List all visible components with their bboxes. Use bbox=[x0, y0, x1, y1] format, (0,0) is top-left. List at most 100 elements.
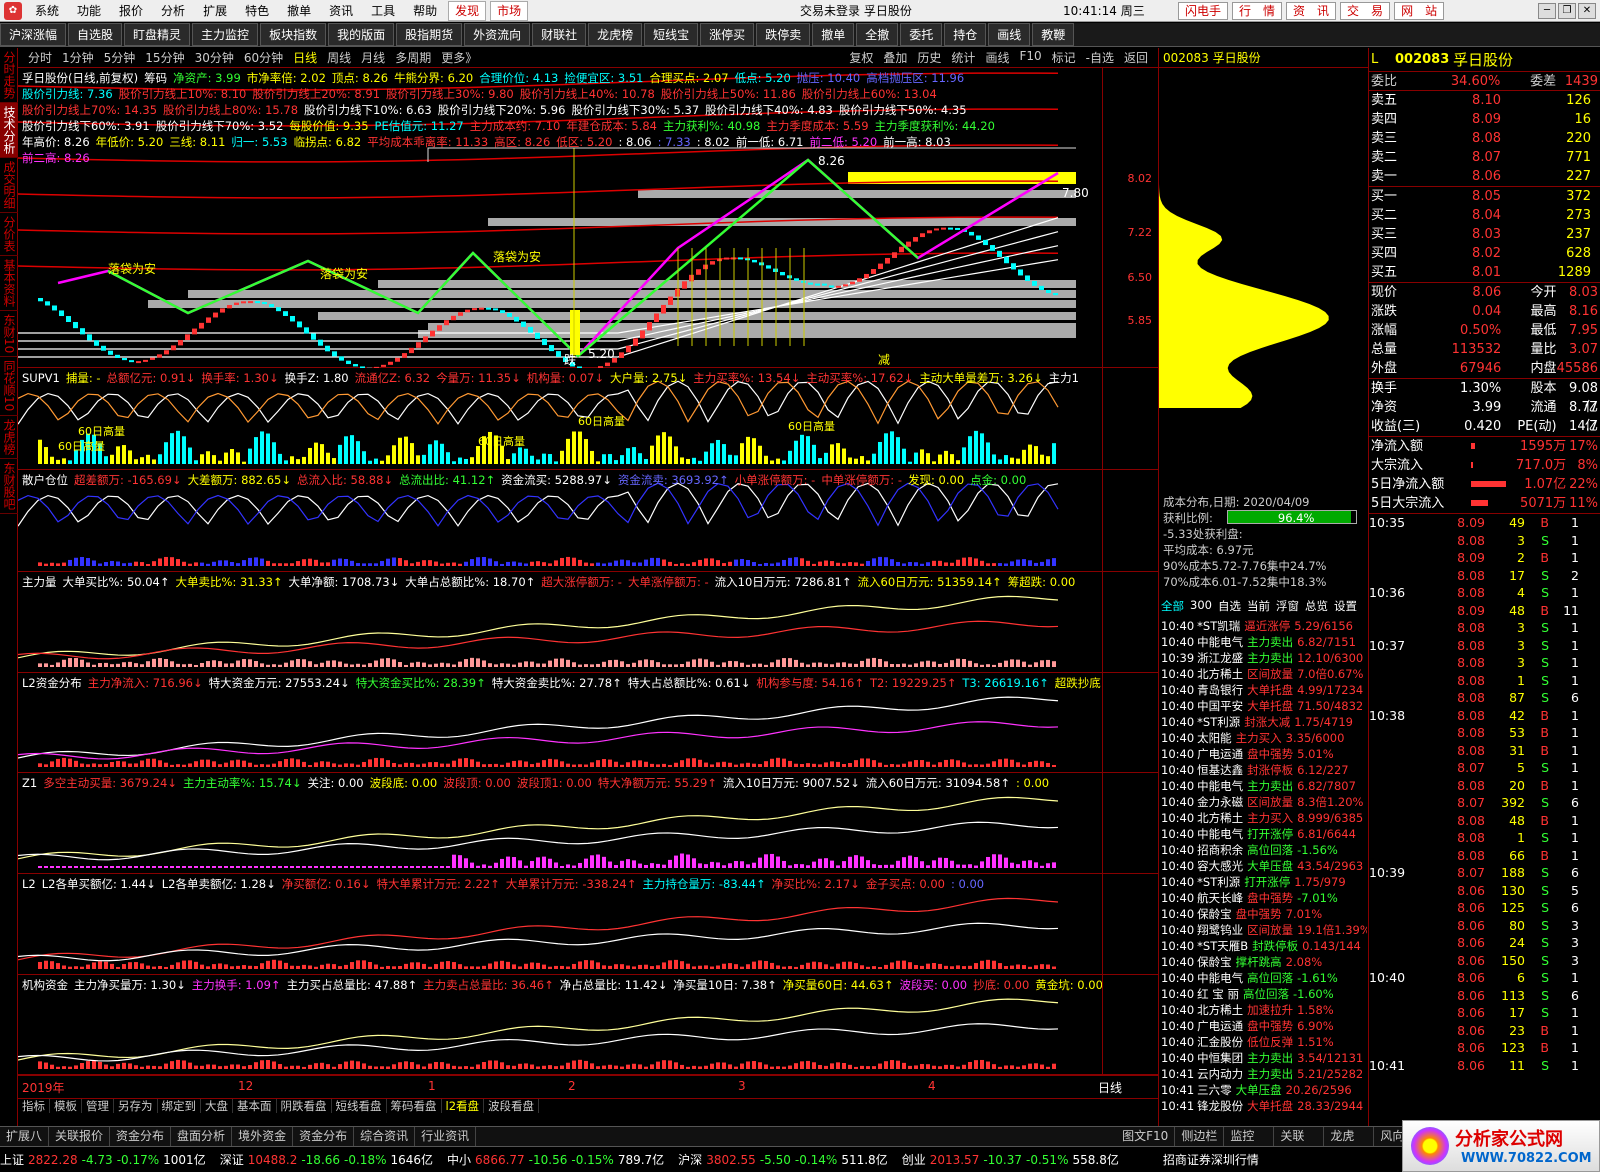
bottom-tab[interactable]: 筹码看盘 bbox=[387, 1099, 442, 1113]
period-tab[interactable]: 月线 bbox=[356, 49, 390, 66]
news-row[interactable]: 10:40 汇金股份 低位反弹 1.51% bbox=[1161, 1034, 1367, 1050]
bottom-tab[interactable]: 绑定到 bbox=[158, 1099, 201, 1113]
news-row[interactable]: 10:40 太阳能 主力买入 3.35/6000 bbox=[1161, 730, 1367, 746]
menu-item[interactable]: 分析 bbox=[152, 0, 194, 22]
toolbar-button[interactable]: 外资流向 bbox=[464, 23, 531, 46]
left-tab[interactable]: 东财股吧 bbox=[0, 459, 19, 514]
extension-tab[interactable]: 行业资讯 bbox=[415, 1127, 477, 1146]
news-row[interactable]: 10:40 红 宝 丽高位回落 -1.60% bbox=[1161, 986, 1367, 1002]
chart-tool-button[interactable]: 统计 bbox=[946, 49, 980, 66]
news-row[interactable]: 10:40 广电运通 盘中强势 5.01% bbox=[1161, 746, 1367, 762]
indicator-pane[interactable]: 主力量 大单买比%: 50.04↑ 大单卖比%: 31.33↑ 大单净额: 1708.… bbox=[18, 572, 1158, 673]
news-row[interactable]: 10:40 保龄宝 撑杆跳高 2.08% bbox=[1161, 954, 1367, 970]
order-row[interactable]: 买五 8.01 1289 bbox=[1369, 263, 1600, 282]
chart-tool-button[interactable]: 复权 bbox=[844, 49, 878, 66]
left-tab[interactable]: 东财10 bbox=[0, 311, 19, 358]
side-toggle[interactable]: 侧边栏 bbox=[1175, 1127, 1225, 1146]
period-tab[interactable]: 15分钟 bbox=[140, 49, 189, 66]
news-row[interactable]: 10:40 中能电气 高位回落 -1.61% bbox=[1161, 970, 1367, 986]
news-row[interactable]: 10:40 保龄宝 盘中强势 7.01% bbox=[1161, 906, 1367, 922]
order-row[interactable]: 买二 8.04 273 bbox=[1369, 206, 1600, 225]
news-row[interactable]: 10:39 浙江龙盛 主力卖出 12.10/6300 bbox=[1161, 650, 1367, 666]
news-row[interactable]: 10:40 中能电气 主力卖出 6.82/7151 bbox=[1161, 634, 1367, 650]
news-row[interactable]: 10:40 中恒集团 主力卖出 3.54/12131 bbox=[1161, 1050, 1367, 1066]
chart-tool-button[interactable]: 叠加 bbox=[878, 49, 912, 66]
menu-right-button[interactable]: 交 易 bbox=[1340, 1, 1391, 20]
toolbar-button[interactable]: 涨停买 bbox=[700, 23, 755, 46]
bottom-tab[interactable]: 阴跌看盘 bbox=[277, 1099, 332, 1113]
bottom-tab[interactable]: 基本面 bbox=[233, 1099, 277, 1113]
menu-hot-item[interactable]: 市场 bbox=[490, 0, 529, 21]
period-tab[interactable]: 多周期 bbox=[390, 49, 436, 66]
left-tab[interactable]: 同花顺10 bbox=[0, 357, 19, 416]
news-tab[interactable]: 当前 bbox=[1247, 598, 1270, 614]
bottom-tab[interactable]: 模板 bbox=[50, 1099, 82, 1113]
left-tab[interactable]: 技术分析 bbox=[0, 103, 19, 158]
news-row[interactable]: 10:40 *ST利源 打开涨停 1.75/979 bbox=[1161, 874, 1367, 890]
menu-item[interactable]: 工具 bbox=[362, 0, 404, 22]
toolbar-button[interactable]: 盯盘精灵 bbox=[124, 23, 191, 46]
toolbar-button[interactable]: 持仓 bbox=[944, 23, 987, 46]
right-tab[interactable]: 龙虎 bbox=[1324, 1127, 1375, 1146]
menu-hot-item[interactable]: 发现 bbox=[448, 0, 487, 21]
index-quote[interactable]: 沪深 3802.55 -5.50 -0.14% 511.8亿 bbox=[678, 1151, 892, 1168]
toolbar-button[interactable]: 撤单 bbox=[812, 23, 855, 46]
right-tab[interactable]: 关联 bbox=[1274, 1127, 1325, 1146]
indicator-pane[interactable]: Z1 多空主动买量: 3679.24↓ 主力主动率%: 15.74↓ 关注: 0.00… bbox=[18, 773, 1158, 874]
indicator-pane[interactable]: SUPV1 捕量: - 总额亿元: 0.91↓ 换手率: 1.30↓ 换手Z: 1.80… bbox=[18, 368, 1158, 470]
menu-item[interactable]: 功能 bbox=[68, 0, 110, 22]
left-tab[interactable]: 龙虎榜 bbox=[0, 416, 19, 459]
news-tab[interactable]: 全部 bbox=[1161, 598, 1184, 614]
bottom-tab[interactable]: 短线看盘 bbox=[332, 1099, 387, 1113]
toolbar-button[interactable]: 我的版面 bbox=[328, 23, 395, 46]
period-tab[interactable]: 30分钟 bbox=[190, 49, 239, 66]
menu-right-button[interactable]: 行 情 bbox=[1232, 1, 1283, 20]
extension-tab[interactable]: 扩展八 bbox=[0, 1127, 50, 1146]
news-row[interactable]: 10:40 翔鹭钨业 区间放量 19.1倍1.39% bbox=[1161, 922, 1367, 938]
news-tab[interactable]: 设置 bbox=[1334, 598, 1357, 614]
news-tab[interactable]: 总览 bbox=[1305, 598, 1328, 614]
news-row[interactable]: 10:40 北方稀土 加速拉升 1.58% bbox=[1161, 1002, 1367, 1018]
bottom-tab[interactable]: 波段看盘 bbox=[484, 1099, 540, 1113]
order-row[interactable]: 买四 8.02 628 bbox=[1369, 244, 1600, 263]
news-row[interactable]: 10:40 北方稀土 区间放量 7.0倍0.67% bbox=[1161, 666, 1367, 682]
news-row[interactable]: 10:40 中国平安 大单托盘 71.50/4832 bbox=[1161, 698, 1367, 714]
index-quote[interactable]: 中小 6866.77 -10.56 -0.15% 789.7亿 bbox=[447, 1151, 668, 1168]
news-row[interactable]: 10:41 三六零 大单压盘 20.26/2596 bbox=[1161, 1082, 1367, 1098]
close-icon[interactable]: ✕ bbox=[1578, 2, 1596, 19]
toolbar-button[interactable]: 全撤 bbox=[856, 23, 899, 46]
restore-icon[interactable]: ❐ bbox=[1558, 2, 1576, 19]
order-row[interactable]: 卖四 8.09 16 bbox=[1369, 110, 1600, 129]
order-row[interactable]: 买三 8.03 237 bbox=[1369, 225, 1600, 244]
toolbar-button[interactable]: 财联社 bbox=[532, 23, 587, 46]
order-row[interactable]: 卖三 8.08 220 bbox=[1369, 129, 1600, 148]
chart-tool-button[interactable]: 标记 bbox=[1047, 49, 1081, 66]
toolbar-button[interactable]: 画线 bbox=[988, 23, 1031, 46]
left-tab[interactable]: 成交明细 bbox=[0, 158, 19, 213]
bottom-tab[interactable]: 指标 bbox=[18, 1099, 50, 1113]
toolbar-button[interactable]: 短线宝 bbox=[644, 23, 699, 46]
left-tab[interactable]: 分价表 bbox=[0, 213, 19, 256]
indicator-pane[interactable]: L2资金分布 主力净流入: 716.96↓ 特大资金万元: 27553.24↓ 特大资… bbox=[18, 673, 1158, 773]
bottom-tab[interactable]: 大盘 bbox=[201, 1099, 233, 1113]
period-tab[interactable]: 分时 bbox=[23, 49, 57, 66]
order-row[interactable]: 卖二 8.07 771 bbox=[1369, 148, 1600, 167]
extension-tab[interactable]: 资金分布 bbox=[293, 1127, 355, 1146]
toolbar-button[interactable]: 自选股 bbox=[68, 23, 123, 46]
bottom-tab[interactable]: l2看盘 bbox=[442, 1099, 485, 1113]
menu-item[interactable]: 撤单 bbox=[278, 0, 320, 22]
index-quote[interactable]: 创业 2013.57 -10.37 -0.51% 558.8亿 bbox=[902, 1151, 1123, 1168]
news-row[interactable]: 10:40 青岛银行 大单托盘 4.99/17234 bbox=[1161, 682, 1367, 698]
menu-right-button[interactable]: 网 站 bbox=[1394, 1, 1445, 20]
period-tab[interactable]: 周线 bbox=[322, 49, 356, 66]
news-row[interactable]: 10:40 恒基达鑫 封涨停板 6.12/227 bbox=[1161, 762, 1367, 778]
indicator-pane[interactable]: 机构资金 主力净买量万: 1.30↓ 主力换手: 1.09↑ 主力买占总量比: 47.… bbox=[18, 975, 1158, 1075]
chart-tool-button[interactable]: 历史 bbox=[912, 49, 946, 66]
extension-tab[interactable]: 境外资金 bbox=[232, 1127, 294, 1146]
left-tab[interactable]: 分时走势 bbox=[0, 48, 19, 103]
index-quote[interactable]: 深证 10488.2 -18.66 -0.18% 1646亿 bbox=[220, 1151, 437, 1168]
menu-item[interactable]: 资讯 bbox=[320, 0, 362, 22]
toolbar-button[interactable]: 教鞭 bbox=[1032, 23, 1075, 46]
news-row[interactable]: 10:40 北方稀土 主力买入 8.999/6385 bbox=[1161, 810, 1367, 826]
kline-pane[interactable]: 落袋为安 落袋为安 落袋为安跌减 8.26 5.20 7.80 孚日股份(日线,前复权) 筹… bbox=[18, 68, 1158, 368]
